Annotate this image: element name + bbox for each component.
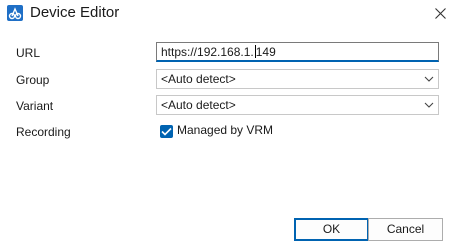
cancel-button[interactable]: Cancel (368, 218, 443, 241)
close-icon (435, 8, 446, 19)
managed-by-vrm-label[interactable]: Managed by VRM (177, 123, 273, 137)
device-editor-dialog: Device Editor URL https://192.168.1. 149 … (0, 0, 455, 248)
titlebar: Device Editor (0, 0, 455, 30)
variant-select[interactable]: <Auto detect> (156, 95, 439, 115)
close-button[interactable] (426, 2, 454, 26)
url-label: URL (16, 46, 41, 60)
window-title: Device Editor (30, 4, 120, 21)
variant-select-value: <Auto detect> (161, 98, 236, 112)
url-input[interactable]: https://192.168.1. 149 (156, 42, 439, 62)
group-label: Group (16, 73, 50, 87)
recording-label: Recording (16, 125, 71, 139)
group-select-value: <Auto detect> (161, 72, 236, 86)
variant-label: Variant (16, 99, 54, 113)
chevron-down-icon (424, 76, 434, 82)
device-editor-app-icon (7, 5, 23, 21)
chevron-down-icon (424, 102, 434, 108)
url-input-text-before-caret: https://192.168.1. (161, 45, 254, 59)
group-select[interactable]: <Auto detect> (156, 69, 439, 89)
url-input-text-after-caret: 149 (255, 45, 276, 59)
managed-by-vrm-checkbox[interactable] (160, 125, 173, 138)
checkmark-icon (161, 127, 172, 136)
ok-button[interactable]: OK (294, 218, 369, 241)
